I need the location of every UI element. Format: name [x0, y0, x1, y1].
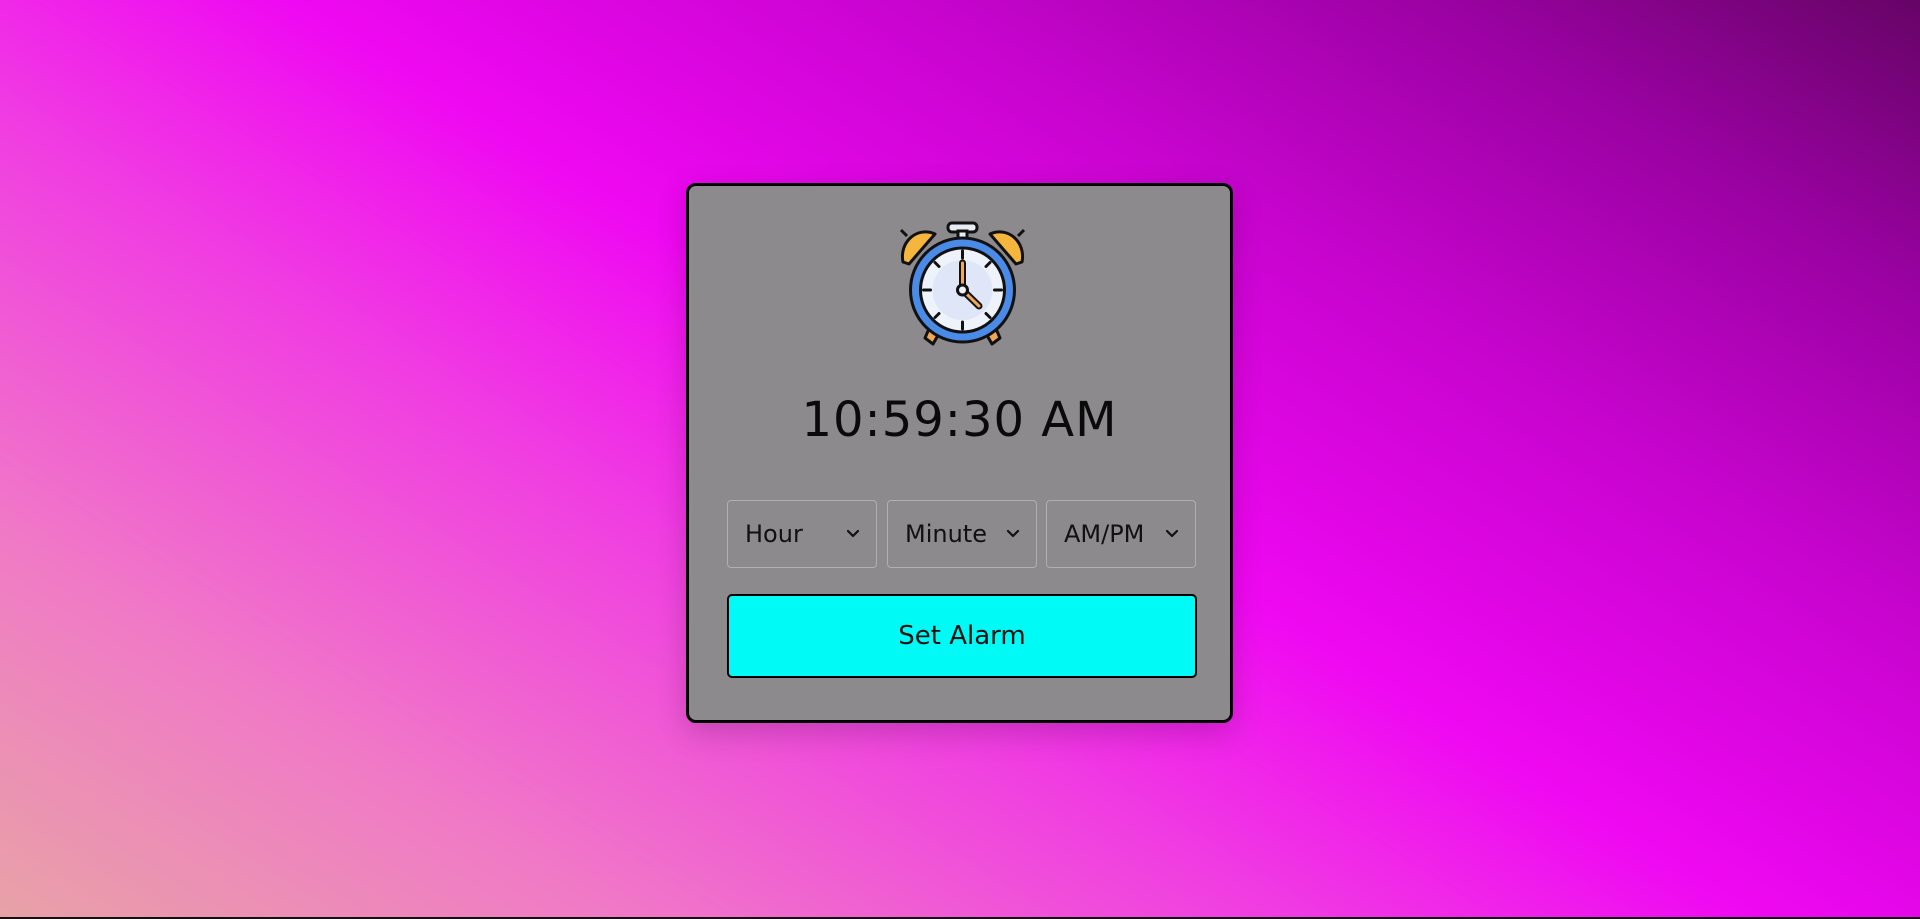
alarm-time-selectors: Hour Minute AM/PM	[727, 500, 1197, 568]
minute-select[interactable]: Minute	[887, 500, 1037, 568]
alarm-clock-icon	[895, 220, 1030, 355]
set-alarm-button[interactable]: Set Alarm	[727, 594, 1197, 678]
alarm-card: 10:59:30 AM Hour Minute AM/PM Set Alarm	[686, 183, 1233, 723]
chevron-down-icon	[1165, 529, 1179, 539]
minute-select-label: Minute	[905, 520, 987, 548]
current-time: 10:59:30 AM	[801, 392, 1118, 448]
ampm-select-label: AM/PM	[1064, 520, 1145, 548]
ampm-select[interactable]: AM/PM	[1046, 500, 1196, 568]
chevron-down-icon	[846, 529, 860, 539]
hour-select-label: Hour	[745, 520, 803, 548]
chevron-down-icon	[1006, 529, 1020, 539]
hour-select[interactable]: Hour	[727, 500, 877, 568]
